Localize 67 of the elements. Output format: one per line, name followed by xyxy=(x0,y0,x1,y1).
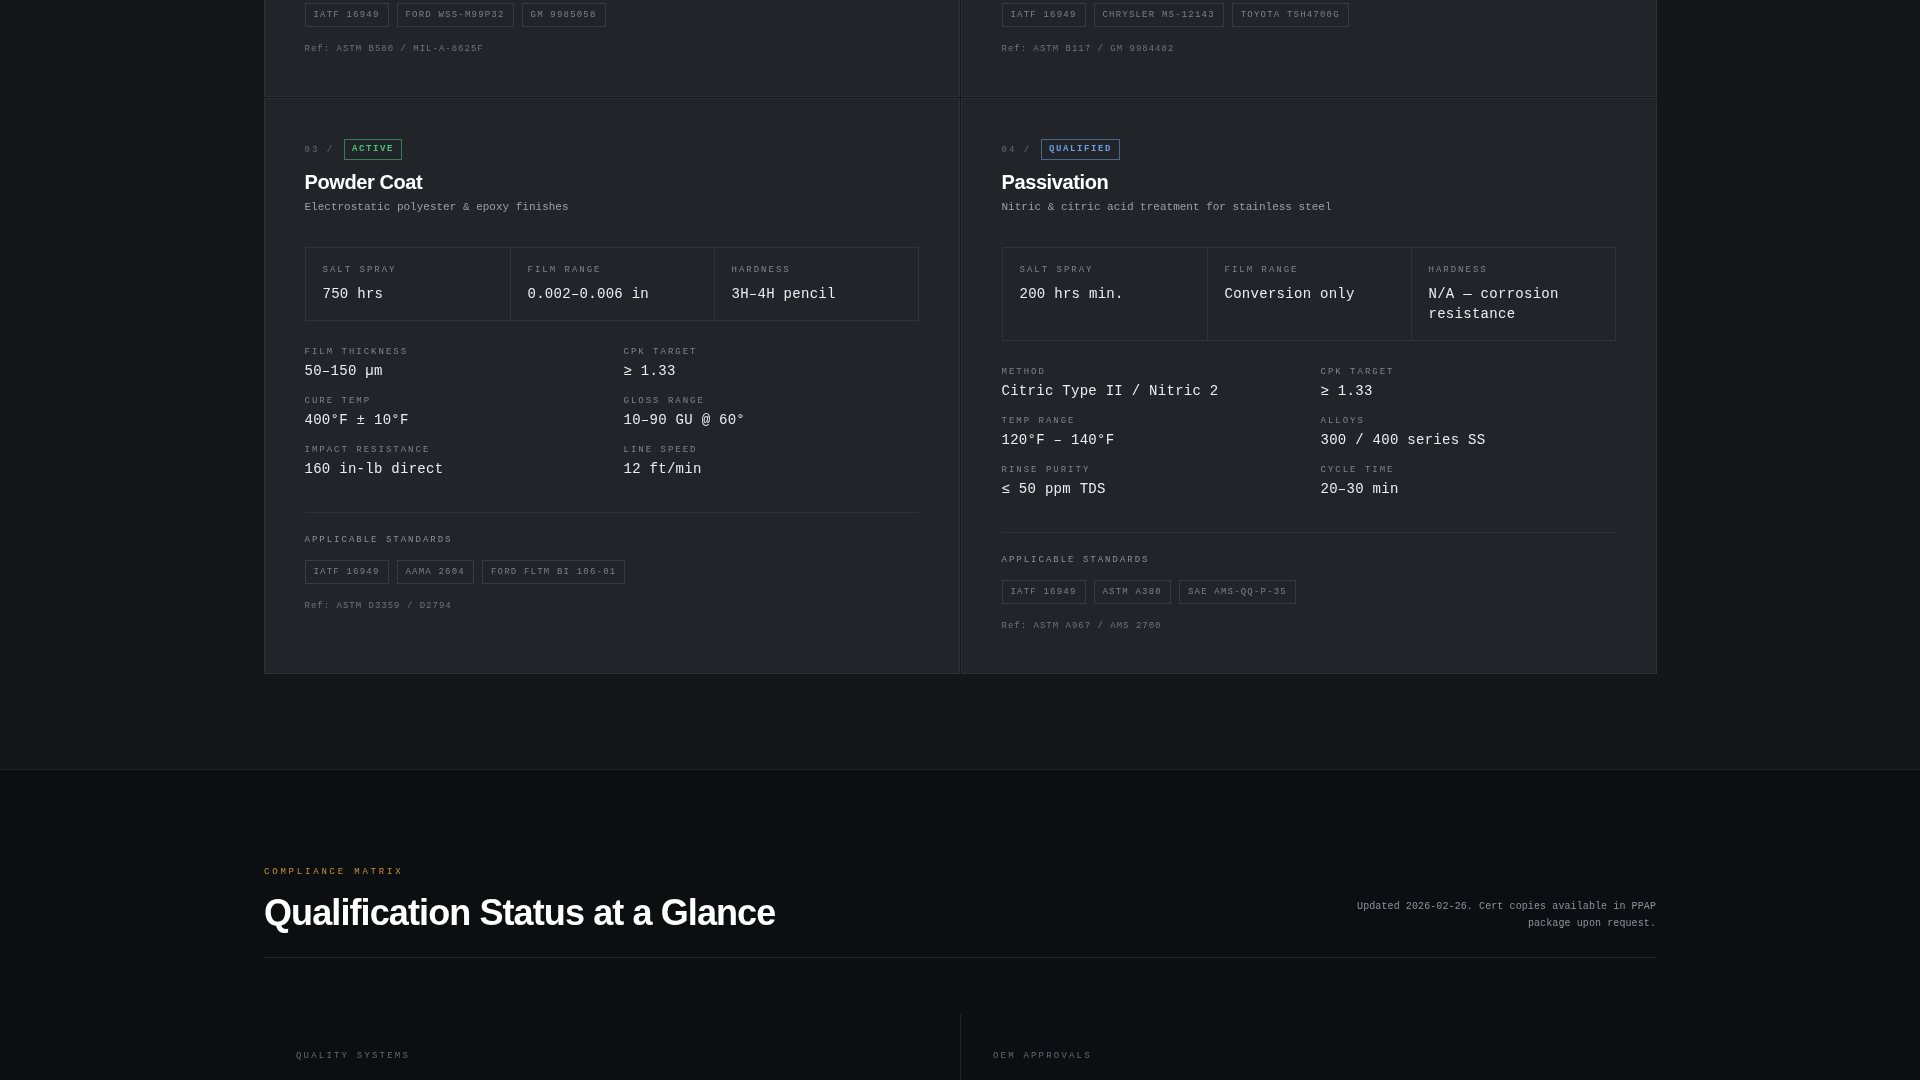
stat-value: N/A — corrosion resistance xyxy=(1428,285,1560,324)
spec-value: 50–150 µm xyxy=(304,362,383,381)
spec-label: RINSE PURITY xyxy=(1001,464,1091,476)
spec-value: ≥ 1.33 xyxy=(1320,382,1373,401)
spec-label: CPK TARGET xyxy=(623,346,698,358)
spec-value: ≥ 1.33 xyxy=(623,362,676,381)
section-heading: Qualification Status at a Glance xyxy=(264,893,776,933)
standards-heading: APPLICABLE STANDARDS xyxy=(1001,554,1150,566)
standard-tag: IATF 16949 xyxy=(304,3,389,27)
standard-tag: IATF 16949 xyxy=(1001,580,1086,604)
status-badge: QUALIFIED xyxy=(1041,139,1121,160)
column-heading: QUALITY SYSTEMS xyxy=(296,1051,410,1061)
spec-value: 400°F ± 10°F xyxy=(304,411,409,430)
status-badge: ACTIVE xyxy=(344,139,403,160)
spec-value: 120°F – 140°F xyxy=(1001,431,1115,450)
spec-label: FILM THICKNESS xyxy=(304,346,409,358)
section-eyebrow: COMPLIANCE MATRIX xyxy=(264,866,404,878)
spec-label: IMPACT RESISTANCE xyxy=(304,444,431,456)
card-number: 04 / xyxy=(1001,143,1032,156)
spec-label: ALLOYS xyxy=(1320,415,1365,427)
reference-note: Ref: ASTM A967 / AMS 2700 xyxy=(1001,620,1162,632)
spec-label: CPK TARGET xyxy=(1320,366,1395,378)
standard-tag: IATF 16949 xyxy=(1001,3,1086,27)
card-title: Passivation xyxy=(1001,170,1109,194)
standard-tag: TOYOTA TSH4700G xyxy=(1231,3,1349,27)
spec-value: 10–90 GU @ 60° xyxy=(623,411,746,430)
reference-note: Ref: ASTM B580 / MIL-A-8625F xyxy=(304,43,484,55)
card-subtitle: Nitric & citric acid treatment for stainless steel xyxy=(1001,200,1332,215)
card-title: Powder Coat xyxy=(304,170,423,194)
spec-label: CURE TEMP xyxy=(304,395,372,407)
spec-value: 12 ft/min xyxy=(623,460,702,479)
standard-tag: FORD WSS-M99P32 xyxy=(396,3,514,27)
standard-tag: SAE AMS-QQ-P-35 xyxy=(1178,580,1296,604)
update-note: Updated 2026-02-26. Cert copies available in PPAP package upon request. xyxy=(1356,900,1656,931)
spec-value: Citric Type II / Nitric 2 xyxy=(1001,382,1219,401)
column-heading: OEM APPROVALS xyxy=(993,1051,1092,1061)
standard-tag: GM 9985058 xyxy=(521,3,606,27)
spec-label: CYCLE TIME xyxy=(1320,464,1395,476)
spec-label: GLOSS RANGE xyxy=(623,395,705,407)
spec-label: TEMP RANGE xyxy=(1001,415,1076,427)
spec-value: 20–30 min xyxy=(1320,480,1399,499)
card-number: 03 / xyxy=(304,143,335,156)
reference-note: Ref: ASTM B117 / GM 9984482 xyxy=(1001,43,1175,55)
stat-label: FILM RANGE xyxy=(1224,264,1299,276)
standard-tag: IATF 16949 xyxy=(304,560,389,584)
stat-value: 750 hrs xyxy=(322,285,384,304)
stat-value: Conversion only xyxy=(1224,285,1355,304)
spec-label: LINE SPEED xyxy=(623,444,698,456)
stat-label: SALT SPRAY xyxy=(322,264,397,276)
stat-label: HARDNESS xyxy=(731,264,791,276)
stat-label: HARDNESS xyxy=(1428,264,1488,276)
standards-heading: APPLICABLE STANDARDS xyxy=(304,534,453,546)
spec-label: METHOD xyxy=(1001,366,1046,378)
stat-value: 0.002–0.006 in xyxy=(527,285,650,304)
card-subtitle: Electrostatic polyester & epoxy finishes xyxy=(304,200,569,215)
spec-value: ≤ 50 ppm TDS xyxy=(1001,480,1106,499)
standard-tag: CHRYSLER MS-12143 xyxy=(1093,3,1224,27)
spec-value: 160 in-lb direct xyxy=(304,460,444,479)
stat-value: 200 hrs min. xyxy=(1019,285,1124,304)
standard-tag: ASTM A380 xyxy=(1093,580,1171,604)
stat-label: FILM RANGE xyxy=(527,264,602,276)
spec-value: 300 / 400 series SS xyxy=(1320,431,1486,450)
stat-value: 3H–4H pencil xyxy=(731,285,836,304)
standard-tag: AAMA 2604 xyxy=(396,560,474,584)
stat-label: SALT SPRAY xyxy=(1019,264,1094,276)
standard-tag: FORD FLTM BI 106-01 xyxy=(481,560,626,584)
reference-note: Ref: ASTM D3359 / D2794 xyxy=(304,600,452,612)
